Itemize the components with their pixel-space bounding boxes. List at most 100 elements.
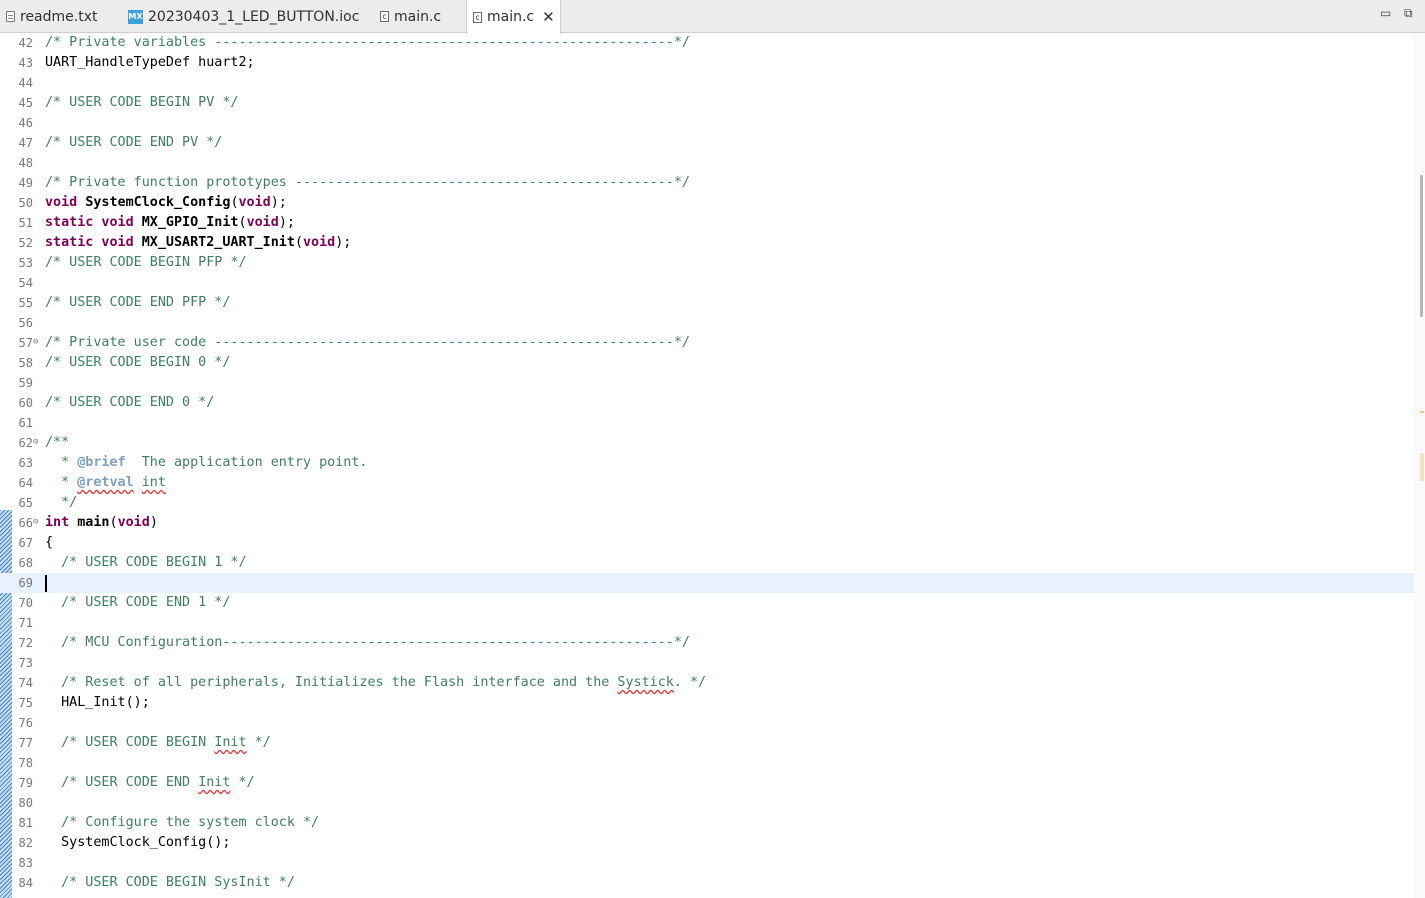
editor-tab-bar: readme.txt MX 20230403_1_LED_BUTTON.ioc … <box>0 0 1425 34</box>
code-token: /* USER CODE BEGIN <box>45 735 215 750</box>
minimize-icon[interactable]: ▭ <box>1380 6 1391 20</box>
code-text: /* USER CODE END PFP */ <box>45 295 231 310</box>
code-line: 60 /* USER CODE END 0 */ <box>0 393 1414 413</box>
keyword: int <box>45 515 70 530</box>
scrollbar-thumb[interactable] <box>1420 175 1423 317</box>
overview-ruler-marker[interactable] <box>1420 411 1424 413</box>
code-line: 61 <box>0 413 1414 433</box>
code-editor[interactable]: 42 /* Private variables -----------------… <box>0 33 1425 898</box>
line-number: 48 <box>18 156 33 170</box>
code-line: 44 <box>0 73 1414 93</box>
code-line: 55 /* USER CODE END PFP */ <box>0 293 1414 313</box>
code-line: 62 ⊖ /** <box>0 433 1414 453</box>
code-line: 53 /* USER CODE BEGIN PFP */ <box>0 253 1414 273</box>
code-text: /* Private variables -------------------… <box>45 35 690 50</box>
code-text: /* USER CODE END 1 */ <box>45 595 231 610</box>
line-number: 70 <box>18 596 33 610</box>
code-text: /* Configure the system clock */ <box>45 815 320 830</box>
code-token: /* USER CODE END <box>45 775 199 790</box>
tab-main-c[interactable]: c main.c <box>374 0 466 33</box>
line-number: 55 <box>18 296 33 310</box>
code-line: 59 <box>0 373 1414 393</box>
code-line: 58 /* USER CODE BEGIN 0 */ <box>0 353 1414 373</box>
close-icon[interactable]: ✕ <box>542 8 555 26</box>
tab-label: 20230403_1_LED_BUTTON.ioc <box>148 8 360 25</box>
code-line: 78 <box>0 753 1414 773</box>
line-number: 59 <box>18 376 33 390</box>
line-number: 85 <box>14 893 33 898</box>
keyword: static void <box>45 235 134 250</box>
current-code-line[interactable]: 69 <box>0 573 1414 593</box>
javadoc-tag: @retval <box>77 475 134 490</box>
line-number: 53 <box>18 256 33 270</box>
tab-readme-txt[interactable]: readme.txt <box>0 0 118 33</box>
code-token: The application entry point. <box>125 455 368 470</box>
tab-ioc-file[interactable]: MX 20230403_1_LED_BUTTON.ioc <box>122 0 370 33</box>
line-number: 60 <box>18 396 33 410</box>
code-token: */ <box>246 735 271 750</box>
code-line: 54 <box>0 273 1414 293</box>
code-text: /* USER CODE BEGIN Init */ <box>45 733 271 753</box>
code-text: /* USER CODE BEGIN 1 */ <box>45 555 247 570</box>
code-line: 83 <box>0 853 1414 873</box>
line-number: 44 <box>18 76 33 90</box>
line-number: 62 <box>18 436 33 450</box>
code-line: 71 <box>0 613 1414 633</box>
code-text: /* USER CODE BEGIN PV */ <box>45 95 239 110</box>
line-number: 43 <box>18 56 33 70</box>
code-text: /* USER CODE END PV */ <box>45 135 223 150</box>
code-line: 50 void SystemClock_Config(void); <box>0 193 1414 213</box>
code-line: 67 { <box>0 533 1414 553</box>
vertical-scrollbar[interactable] <box>1414 33 1425 898</box>
line-number: 79 <box>18 776 33 790</box>
tab-label: readme.txt <box>20 8 98 25</box>
code-token: * <box>45 455 78 470</box>
code-line: 85 <box>0 893 1414 898</box>
code-text: /* USER CODE BEGIN PFP */ <box>45 255 247 270</box>
code-text: * @retval int <box>45 473 166 493</box>
code-line: 51 static void MX_GPIO_Init(void); <box>0 213 1414 233</box>
code-text: static void MX_USART2_UART_Init(void); <box>45 235 352 250</box>
code-token: huart2; <box>190 55 255 70</box>
line-number: 83 <box>18 856 33 870</box>
line-number: 56 <box>18 316 33 330</box>
spelling-error-word: Init <box>214 735 247 750</box>
line-number: 78 <box>18 756 33 770</box>
code-line: 77 /* USER CODE BEGIN Init */ <box>0 733 1414 753</box>
code-text: /** <box>45 435 70 450</box>
keyword: void <box>303 235 336 250</box>
line-number: 42 <box>18 36 33 50</box>
code-line: 47 /* USER CODE END PV */ <box>0 133 1414 153</box>
line-number: 76 <box>18 716 33 730</box>
line-number: 51 <box>18 216 33 230</box>
text-file-icon <box>6 11 15 22</box>
fold-toggle-icon[interactable]: ⊖ <box>33 518 41 527</box>
line-number: 69 <box>18 576 33 590</box>
maximize-icon[interactable]: ⧉ <box>1404 6 1413 21</box>
code-text: static void MX_GPIO_Init(void); <box>45 215 295 230</box>
code-line: 79 /* USER CODE END Init */ <box>0 773 1414 793</box>
code-text: { <box>45 535 54 550</box>
keyword: void <box>117 515 150 530</box>
tab-main-c-active[interactable]: c main.c ✕ <box>466 0 561 34</box>
code-text: /* USER CODE END 0 */ <box>45 395 215 410</box>
fold-toggle-icon[interactable]: ⊖ <box>33 438 41 447</box>
code-token: /* Reset of all peripherals, Initializes… <box>45 675 618 690</box>
code-text: */ <box>45 495 78 510</box>
keyword: void <box>246 215 279 230</box>
code-line: 65 */ <box>0 493 1414 513</box>
fold-toggle-icon[interactable]: ⊖ <box>33 338 41 347</box>
overview-ruler-marker[interactable] <box>1420 453 1424 481</box>
line-number: 47 <box>18 136 33 150</box>
code-line: 81 /* Configure the system clock */ <box>0 813 1414 833</box>
line-number: 54 <box>18 276 33 290</box>
code-text: HAL_Init(); <box>45 695 150 710</box>
line-number: 46 <box>18 116 33 130</box>
code-line: 73 <box>0 653 1414 673</box>
line-number: 82 <box>18 836 33 850</box>
mx-ioc-icon: MX <box>128 9 143 24</box>
line-number: 67 <box>18 536 33 550</box>
line-number: 74 <box>18 676 33 690</box>
line-number: 72 <box>18 636 33 650</box>
code-text: void SystemClock_Config(void); <box>45 195 287 210</box>
